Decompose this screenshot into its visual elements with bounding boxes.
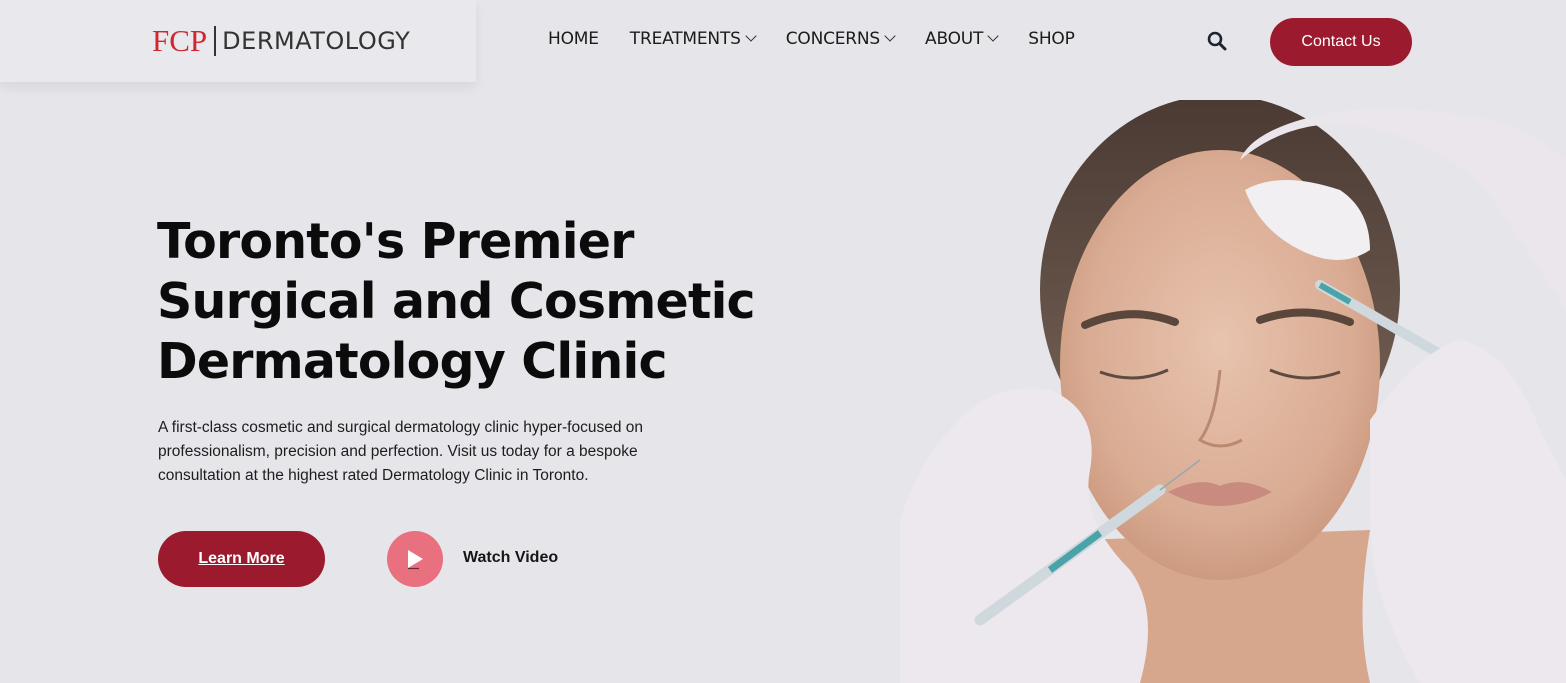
logo-divider: [214, 26, 217, 56]
contact-us-button[interactable]: Contact Us: [1270, 18, 1412, 66]
nav-item-label: TREATMENTS: [629, 29, 741, 49]
play-video-button[interactable]: [387, 531, 443, 587]
nav-item-label: ABOUT: [925, 29, 984, 49]
search-icon[interactable]: [1207, 31, 1227, 51]
chevron-down-icon: [745, 30, 757, 42]
hero-title: Toronto's Premier Surgical and Cosmetic …: [157, 212, 777, 392]
learn-more-button[interactable]: Learn More: [158, 531, 325, 587]
play-icon: [408, 550, 423, 570]
nav-item-about[interactable]: ABOUT: [925, 29, 999, 49]
nav-item-concerns[interactable]: CONCERNS: [785, 29, 896, 49]
nav-item-home[interactable]: HOME: [548, 29, 599, 49]
hero-title-line: Surgical and Cosmetic: [157, 273, 756, 330]
logo-name: DERMATOLOGY: [222, 27, 411, 55]
logo-fcp: FCP: [152, 23, 208, 58]
watch-video-link[interactable]: Watch Video: [463, 549, 558, 567]
logo[interactable]: FCP DERMATOLOGY: [152, 23, 411, 58]
site-header: FCP DERMATOLOGY HOME TREATMENTS CONCERNS…: [0, 0, 1566, 82]
nav-item-label: HOME: [548, 29, 599, 49]
nav-item-label: SHOP: [1028, 29, 1075, 49]
nav-item-shop[interactable]: SHOP: [1028, 29, 1075, 49]
nav-item-label: CONCERNS: [785, 29, 881, 49]
nav-item-treatments[interactable]: TREATMENTS: [629, 29, 757, 49]
main-nav: HOME TREATMENTS CONCERNS ABOUT SHOP: [548, 29, 1106, 49]
hero-title-line: Toronto's Premier: [157, 213, 634, 270]
hero-description: A first-class cosmetic and surgical derm…: [158, 419, 644, 484]
chevron-down-icon: [987, 30, 999, 42]
face-injection-photo: [900, 95, 1566, 683]
hero-title-line: Dermatology Clinic: [157, 333, 668, 390]
chevron-down-icon: [884, 30, 896, 42]
